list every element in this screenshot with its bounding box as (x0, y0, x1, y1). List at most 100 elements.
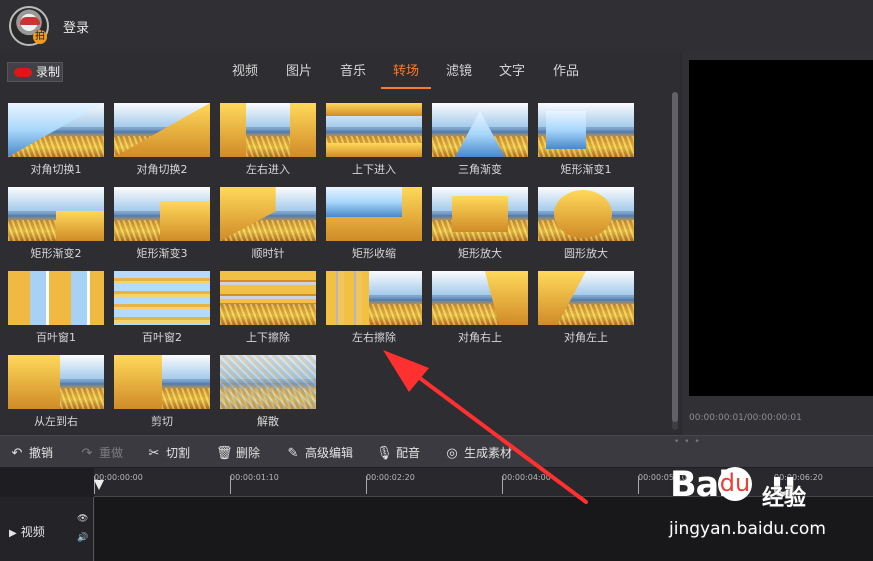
transition-tile[interactable]: 上下擦除 (220, 271, 316, 344)
transition-tile[interactable]: 矩形渐变1 (538, 103, 634, 176)
transition-label: 从左到右 (34, 415, 78, 428)
transition-label: 矩形收缩 (352, 247, 396, 260)
transition-label: 圆形放大 (564, 247, 608, 260)
transition-thumbnail (114, 187, 210, 241)
timeline-tick (230, 476, 231, 494)
timeline-tick (366, 476, 367, 494)
tab-video[interactable]: 视频 (218, 60, 272, 89)
app-logo (9, 6, 49, 46)
video-track-label[interactable]: ▶ 视频 (9, 523, 45, 540)
tab-works[interactable]: 作品 (539, 60, 593, 89)
tab-image[interactable]: 图片 (272, 60, 326, 89)
transition-label: 对角切换2 (136, 163, 188, 176)
transition-tile[interactable]: 上下进入 (326, 103, 422, 176)
delete-button[interactable]: 🗑 删除 (216, 444, 260, 462)
advanced-edit-button[interactable]: ✎ 高级编辑 (285, 444, 353, 462)
transition-thumbnail (326, 103, 422, 157)
redo-button[interactable]: ↷ 重做 (79, 444, 123, 462)
login-link[interactable]: 登录 (63, 17, 89, 36)
transition-thumbnail (538, 271, 634, 325)
transition-tile[interactable]: 对角切换2 (114, 103, 210, 176)
pencil-icon: ✎ (287, 446, 299, 461)
transition-tile[interactable]: 从左到右 (8, 355, 104, 428)
transition-tile[interactable]: 矩形放大 (432, 187, 528, 260)
transition-thumbnail (220, 103, 316, 157)
transition-tile[interactable]: 对角右上 (432, 271, 528, 344)
transition-label: 上下进入 (352, 163, 396, 176)
tab-filter[interactable]: 滤镜 (432, 60, 486, 89)
transition-label: 对角切换1 (30, 163, 82, 176)
undo-button[interactable]: ↶ 撤销 (9, 444, 53, 462)
panel-resize-handle[interactable]: • • • (674, 437, 701, 447)
advanced-edit-label: 高级编辑 (305, 446, 354, 460)
transition-tile[interactable]: 解散 (220, 355, 316, 428)
transition-tile[interactable]: 矩形渐变3 (114, 187, 210, 260)
play-icon: ▶ (9, 528, 17, 539)
redo-icon: ↷ (81, 446, 93, 461)
transition-tile[interactable]: 三角渐变 (432, 103, 528, 176)
timeline-tick (638, 476, 639, 494)
trash-icon: 🗑 (216, 446, 233, 461)
transition-label: 左右进入 (246, 163, 290, 176)
transition-label: 百叶窗2 (142, 331, 182, 344)
delete-label: 删除 (236, 446, 261, 460)
baidu-watermark: Bai u du 经验 jingyan.baidu.com (666, 465, 871, 547)
transition-thumbnail (220, 271, 316, 325)
video-preview (689, 60, 873, 396)
transition-label: 解散 (257, 415, 279, 428)
transition-label: 矩形放大 (458, 247, 502, 260)
transition-thumbnail (432, 271, 528, 325)
transition-thumbnail (326, 187, 422, 241)
playhead-marker[interactable] (94, 480, 104, 490)
transition-tile[interactable]: 剪切 (114, 355, 210, 428)
top-bar: 登录 (0, 0, 873, 52)
transition-label: 三角渐变 (458, 163, 502, 176)
annotation-arrow-icon (383, 350, 588, 504)
video-editor-window: 登录 录制 视频 图片 音乐 转场 滤镜 文字 作品 对角切换1 对角切换2 左… (0, 0, 873, 561)
transition-label: 对角左上 (564, 331, 608, 344)
transition-thumbnail (114, 103, 210, 157)
transition-tile[interactable]: 百叶窗2 (114, 271, 210, 344)
tab-music[interactable]: 音乐 (326, 60, 380, 89)
watermark-url: jingyan.baidu.com (669, 519, 826, 539)
transition-tile[interactable]: 矩形收缩 (326, 187, 422, 260)
transition-tile[interactable]: 圆形放大 (538, 187, 634, 260)
preview-timecode: 00:00:00:01/00:00:00:01 (689, 413, 802, 423)
scrollbar-thumb[interactable] (672, 92, 678, 422)
tab-transition[interactable]: 转场 (381, 60, 431, 89)
transition-thumbnail (326, 271, 422, 325)
transition-tile[interactable]: 左右进入 (220, 103, 316, 176)
transition-thumbnail (8, 187, 104, 241)
transition-label: 矩形渐变2 (30, 247, 82, 260)
record-icon (14, 68, 32, 77)
tab-text[interactable]: 文字 (485, 60, 539, 89)
baidu-paw-icon: du (718, 467, 752, 501)
timeline-tick-label: 00:00:01:10 (230, 473, 279, 482)
transition-label: 对角右上 (458, 331, 502, 344)
volume-icon[interactable]: 🔊 (77, 533, 88, 543)
record-label: 录制 (36, 65, 61, 79)
undo-icon: ↶ (11, 446, 23, 461)
record-button[interactable]: 录制 (7, 62, 63, 82)
transition-tile[interactable]: 对角左上 (538, 271, 634, 344)
transition-tile[interactable]: 矩形渐变2 (8, 187, 104, 260)
cut-label: 切割 (166, 446, 191, 460)
transition-thumbnail (114, 271, 210, 325)
transition-tile[interactable]: 顺时针 (220, 187, 316, 260)
transition-label: 矩形渐变3 (136, 247, 188, 260)
transition-thumbnail (538, 103, 634, 157)
scissors-icon: ✂ (148, 446, 160, 461)
transition-label: 上下擦除 (246, 331, 290, 344)
transition-thumbnail (538, 187, 634, 241)
transition-thumbnail (8, 103, 104, 157)
transition-thumbnail (8, 355, 104, 409)
transition-list-scrollbar[interactable] (672, 92, 678, 430)
transition-label: 左右擦除 (352, 331, 396, 344)
eye-icon[interactable]: 👁 (77, 514, 88, 524)
transition-tile[interactable]: 左右擦除 (326, 271, 422, 344)
transition-thumbnail (114, 355, 210, 409)
cut-button[interactable]: ✂ 切割 (146, 444, 190, 462)
transition-tile[interactable]: 对角切换1 (8, 103, 104, 176)
transition-tile[interactable]: 百叶窗1 (8, 271, 104, 344)
transition-thumbnail (220, 355, 316, 409)
